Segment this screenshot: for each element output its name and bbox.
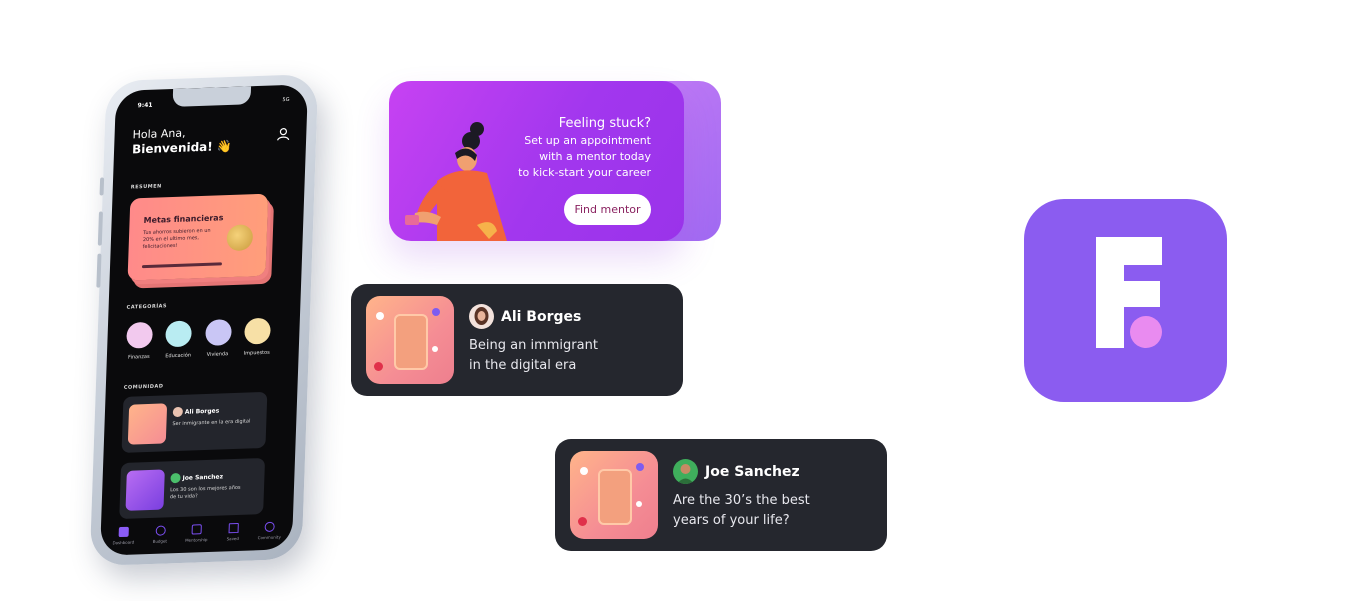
- phone-illustration: [394, 314, 428, 370]
- phone-mute-switch: [99, 177, 105, 196]
- section-resumen: RESUMEN: [130, 183, 162, 191]
- community-icon: [264, 521, 275, 533]
- community-author: Joe Sanchez: [182, 473, 224, 482]
- financial-goals-body: Tus ahorros subieron en un 20% en el ult…: [142, 227, 211, 251]
- phone-illustration: [598, 469, 632, 525]
- financial-goals-card[interactable]: Metas financieras Tus ahorros subieron e…: [127, 193, 269, 281]
- mentor-banner: Feeling stuck? Set up an appointment wit…: [389, 81, 684, 241]
- saved-icon: [228, 522, 239, 534]
- taxes-icon: [244, 317, 271, 345]
- mentorship-icon: [191, 524, 202, 535]
- decoration-dot: [432, 346, 438, 352]
- category-list: Finanzas Educación Vivienda Impuestos: [123, 317, 274, 361]
- tab-budget[interactable]: Budget: [145, 525, 176, 544]
- tab-community[interactable]: Community: [254, 521, 285, 540]
- decoration-dot: [432, 308, 440, 316]
- decoration-dot: [374, 362, 383, 371]
- finance-icon: [126, 321, 154, 349]
- post-text-line-1: Are the 30’s the best: [673, 493, 810, 508]
- post-card-ali-borges[interactable]: Ali Borges Being an immigrant in the dig…: [351, 284, 683, 396]
- avatar: [172, 406, 184, 418]
- decoration-dot: [636, 463, 644, 471]
- tab-mentorship[interactable]: Mentorship: [181, 524, 212, 543]
- financial-goals-progress: [141, 262, 222, 269]
- decoration-dot: [376, 312, 384, 320]
- user-icon[interactable]: [276, 127, 290, 142]
- category-vivienda[interactable]: Vivienda: [201, 319, 234, 358]
- dashboard-icon: [118, 526, 129, 538]
- phone-volume-up: [97, 211, 103, 246]
- tab-label: Mentorship: [185, 537, 208, 543]
- category-label: Educación: [165, 352, 192, 360]
- greeting-line-2: Bienvenida! 👋: [131, 138, 233, 157]
- category-label: Finanzas: [127, 353, 150, 361]
- tab-label: Community: [257, 534, 281, 541]
- post-card-joe-sanchez[interactable]: Joe Sanchez Are the 30’s the best years …: [555, 439, 887, 551]
- status-time: 9:41: [137, 101, 153, 110]
- category-educacion[interactable]: Educación: [162, 320, 195, 359]
- tab-label: Budget: [152, 538, 168, 544]
- avatar: [469, 304, 494, 329]
- community-author: Ali Borges: [184, 407, 220, 416]
- post-thumbnail: [127, 403, 168, 445]
- tab-label: Saved: [226, 535, 240, 542]
- budget-icon: [155, 525, 166, 536]
- coin-icon: [226, 224, 254, 252]
- post-thumbnail: [125, 469, 165, 511]
- tab-label: Dashboard: [112, 539, 135, 546]
- avatar: [170, 472, 181, 484]
- phone-volume-down: [96, 253, 102, 288]
- post-author: Joe Sanchez: [705, 464, 800, 480]
- tab-saved[interactable]: Saved: [218, 522, 249, 542]
- education-icon: [165, 320, 193, 348]
- post-author: Ali Borges: [501, 309, 582, 325]
- avatar: [673, 459, 698, 484]
- tab-dashboard[interactable]: Dashboard: [108, 526, 139, 545]
- banner-text-line-2: with a mentor today: [539, 150, 651, 163]
- decoration-dot: [580, 467, 588, 475]
- woman-illustration: [405, 122, 507, 241]
- category-label: Impuestos: [243, 349, 270, 357]
- category-finanzas[interactable]: Finanzas: [123, 321, 156, 361]
- financial-goals-title: Metas financieras: [143, 213, 224, 226]
- app-logo-icon: [1096, 237, 1162, 348]
- community-text: Ser inmigrante en la era digital: [172, 418, 251, 428]
- greeting-line-1: Hola Ana,: [132, 126, 186, 142]
- decoration-dot: [578, 517, 587, 526]
- post-thumbnail: [366, 296, 454, 384]
- housing-icon: [204, 319, 232, 346]
- section-categorias: CATEGORÍAS: [126, 303, 168, 311]
- community-card-joe[interactable]: Joe Sanchez Los 30 son los mejores años …: [119, 457, 266, 520]
- post-text-line-2: years of your life?: [673, 513, 790, 528]
- post-thumbnail: [570, 451, 658, 539]
- post-text-line-1: Being an immigrant: [469, 338, 598, 353]
- category-impuestos[interactable]: Impuestos: [241, 317, 274, 357]
- phone-notch: [172, 86, 252, 107]
- section-comunidad: COMUNIDAD: [123, 383, 164, 391]
- phone-mockup: 9:41 5G Hola Ana, Bienvenida! 👋 RESUMEN …: [89, 73, 319, 567]
- phone-screen: 9:41 5G Hola Ana, Bienvenida! 👋 RESUMEN …: [99, 84, 309, 556]
- banner-text-line-1: Set up an appointment: [524, 134, 651, 147]
- banner-text-line-3: to kick-start your career: [518, 166, 651, 179]
- category-label: Vivienda: [206, 351, 229, 358]
- find-mentor-button[interactable]: Find mentor: [564, 194, 651, 225]
- banner-title: Feeling stuck?: [558, 116, 651, 131]
- app-icon[interactable]: [1024, 199, 1227, 402]
- bottom-tab-bar: Dashboard Budget Mentorship Saved Commun…: [108, 521, 285, 545]
- community-card-ali[interactable]: Ali Borges Ser inmigrante en la era digi…: [121, 391, 268, 453]
- status-icons: 5G: [282, 96, 290, 104]
- decoration-dot: [636, 501, 642, 507]
- post-text-line-2: in the digital era: [469, 358, 577, 373]
- community-text: Los 30 son los mejores años de tu vida?: [169, 484, 241, 501]
